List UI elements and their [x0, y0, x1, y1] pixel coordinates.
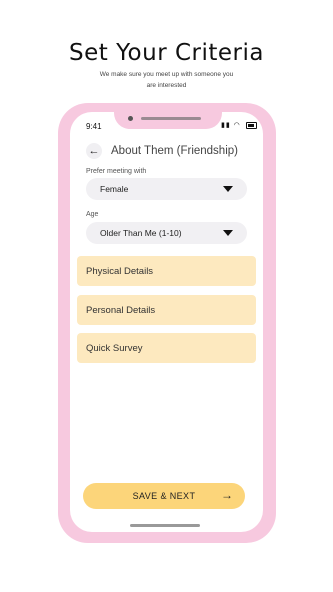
promo-headline: Set Your Criteria — [68, 40, 264, 66]
status-time: 9:41 — [86, 122, 102, 131]
section-label: Personal Details — [86, 305, 156, 316]
section-quick-survey[interactable]: Quick Survey — [77, 333, 256, 363]
arrow-left-icon: ← — [88, 145, 100, 157]
promo-subline: We make sure you meet up with someone yo… — [0, 69, 333, 91]
battery-icon — [245, 121, 257, 129]
age-select[interactable]: Older Than Me (1-10) — [86, 222, 247, 244]
section-physical-details[interactable]: Physical Details — [77, 256, 256, 286]
section-label: Quick Survey — [86, 343, 143, 354]
promo-subline-line-1: We make sure you meet up with someone yo… — [99, 71, 234, 78]
home-indicator — [130, 524, 200, 527]
caret-down-icon — [223, 186, 233, 192]
age-label: Age — [86, 211, 99, 218]
speaker-icon — [141, 117, 201, 120]
phone-notch — [114, 103, 222, 129]
prefer-meeting-value: Female — [100, 184, 129, 194]
age-value: Older Than Me (1-10) — [100, 228, 182, 238]
arrow-right-icon: → — [221, 488, 233, 502]
status-icons: ▮▮ ◠ — [221, 121, 257, 129]
prefer-meeting-select[interactable]: Female — [86, 178, 247, 200]
section-personal-details[interactable]: Personal Details — [77, 295, 256, 325]
camera-icon — [128, 116, 133, 121]
caret-down-icon — [223, 230, 233, 236]
promo-subline-line-2: are interested — [146, 82, 187, 89]
wifi-icon: ◠ — [233, 122, 241, 129]
signal-icon: ▮▮ — [221, 122, 231, 129]
back-button[interactable]: ← — [86, 143, 102, 159]
page-title: About Them (Friendship) — [111, 145, 238, 157]
section-label: Physical Details — [86, 266, 154, 277]
prefer-meeting-label: Prefer meeting with — [86, 168, 147, 175]
save-next-button[interactable]: SAVE & NEXT → — [83, 483, 245, 509]
